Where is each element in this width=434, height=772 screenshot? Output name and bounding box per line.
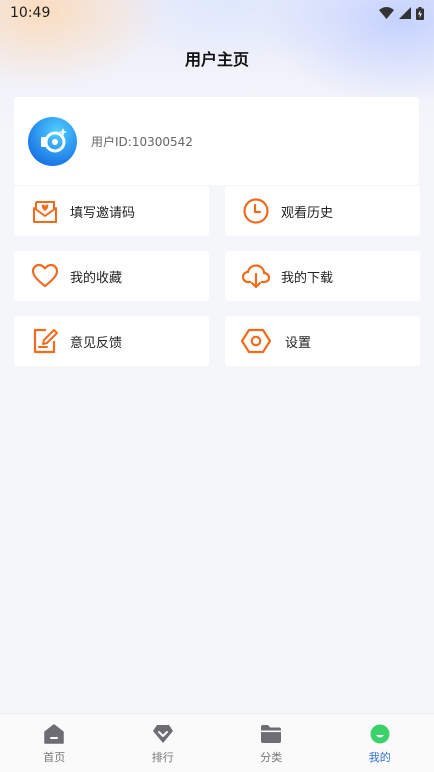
user-card[interactable]: 用户ID:10300542 bbox=[14, 97, 419, 185]
invite-code-item[interactable]: 填写邀请码 bbox=[14, 186, 209, 236]
envelope-heart-icon bbox=[30, 196, 60, 226]
user-id: 用户ID:10300542 bbox=[91, 134, 193, 149]
folder-icon bbox=[261, 725, 282, 743]
feedback-label: 意见反馈 bbox=[70, 335, 123, 351]
status-bar: 10:49 bbox=[0, 0, 434, 26]
invite-code-label: 填写邀请码 bbox=[70, 205, 136, 221]
tab-ranking-label: 排行 bbox=[151, 751, 174, 764]
downloads-label: 我的下载 bbox=[281, 270, 334, 286]
watch-history-item[interactable]: 观看历史 bbox=[225, 186, 420, 236]
watch-history-label: 观看历史 bbox=[281, 205, 334, 221]
heart-icon bbox=[30, 261, 60, 291]
edit-icon bbox=[30, 326, 60, 356]
tab-ranking[interactable]: 排行 bbox=[109, 714, 218, 772]
settings-label: 设置 bbox=[285, 335, 312, 351]
settings-item[interactable]: 设置 bbox=[225, 316, 420, 366]
tab-profile-label: 我的 bbox=[368, 751, 391, 764]
favorites-item[interactable]: 我的收藏 bbox=[14, 251, 209, 301]
battery-icon bbox=[416, 6, 424, 20]
tab-home-label: 首页 bbox=[43, 751, 66, 764]
bottom-tab-bar: 首页 排行 分类 我的 bbox=[0, 713, 434, 772]
gear-icon bbox=[241, 326, 271, 356]
cloud-download-icon bbox=[241, 261, 271, 291]
status-icons bbox=[379, 6, 424, 20]
home-icon bbox=[44, 724, 64, 744]
tab-profile[interactable]: 我的 bbox=[326, 714, 434, 772]
page-title: 用户主页 bbox=[184, 50, 249, 69]
downloads-item[interactable]: 我的下载 bbox=[225, 251, 420, 301]
avatar[interactable] bbox=[28, 116, 77, 166]
tab-category-label: 分类 bbox=[260, 751, 283, 764]
avatar-icon bbox=[40, 128, 67, 153]
profile-icon bbox=[370, 724, 390, 744]
tab-category[interactable]: 分类 bbox=[217, 714, 326, 772]
feedback-item[interactable]: 意见反馈 bbox=[14, 316, 209, 366]
signal-icon bbox=[399, 7, 411, 19]
clock-icon bbox=[241, 196, 271, 226]
favorites-label: 我的收藏 bbox=[70, 270, 123, 286]
ranking-icon bbox=[152, 725, 173, 743]
wifi-icon bbox=[379, 7, 394, 19]
status-time: 10:49 bbox=[10, 5, 51, 21]
tab-home[interactable]: 首页 bbox=[0, 714, 109, 772]
